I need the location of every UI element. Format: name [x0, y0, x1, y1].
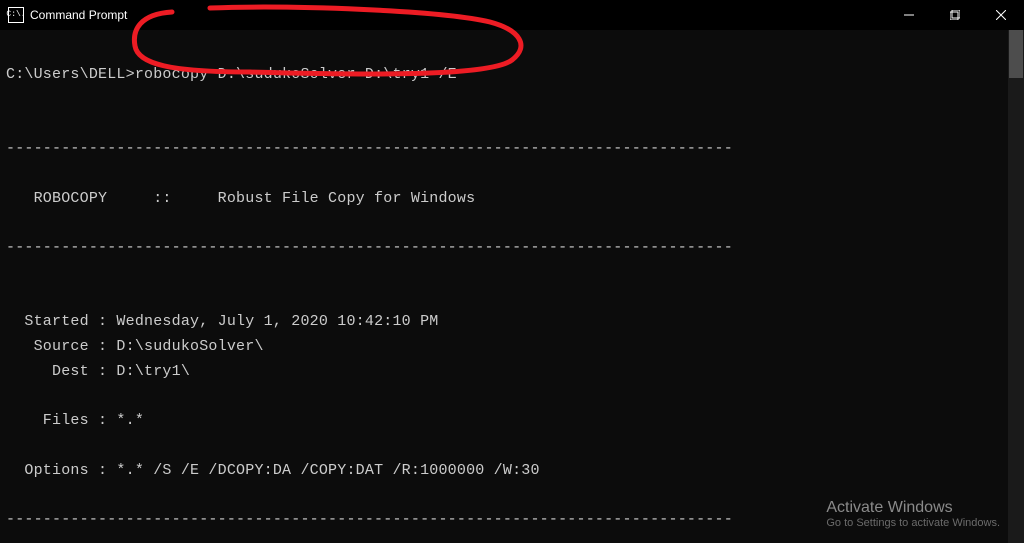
source-value: D:\sudukoSolver\ [116, 338, 263, 355]
maximize-button[interactable] [932, 0, 978, 30]
robocopy-banner: ROBOCOPY :: Robust File Copy for Windows [6, 190, 475, 207]
prompt-prefix: C:\Users\DELL> [6, 66, 135, 83]
command-text: robocopy D:\sudukoSolver D:\try1 /E [135, 66, 457, 83]
window-controls [886, 0, 1024, 30]
dest-label: Dest : [6, 363, 116, 380]
divider-line: ----------------------------------------… [6, 511, 733, 528]
options-label: Options : [6, 462, 116, 479]
started-label: Started : [6, 313, 116, 330]
terminal-output[interactable]: C:\Users\DELL>robocopy D:\sudukoSolver D… [0, 30, 1024, 543]
scrollbar-track[interactable] [1008, 30, 1024, 543]
window-title: Command Prompt [30, 8, 127, 22]
dest-value: D:\try1\ [116, 363, 190, 380]
minimize-button[interactable] [886, 0, 932, 30]
source-label: Source : [6, 338, 116, 355]
cmd-icon: C:\. [8, 7, 24, 23]
options-value: *.* /S /E /DCOPY:DA /COPY:DAT /R:1000000… [116, 462, 539, 479]
divider-line: ----------------------------------------… [6, 239, 733, 256]
close-button[interactable] [978, 0, 1024, 30]
scrollbar-thumb[interactable] [1009, 30, 1023, 78]
files-value: *.* [116, 412, 144, 429]
window-titlebar: C:\. Command Prompt [0, 0, 1024, 30]
files-label: Files : [6, 412, 116, 429]
started-value: Wednesday, July 1, 2020 10:42:10 PM [116, 313, 438, 330]
divider-line: ----------------------------------------… [6, 140, 733, 157]
